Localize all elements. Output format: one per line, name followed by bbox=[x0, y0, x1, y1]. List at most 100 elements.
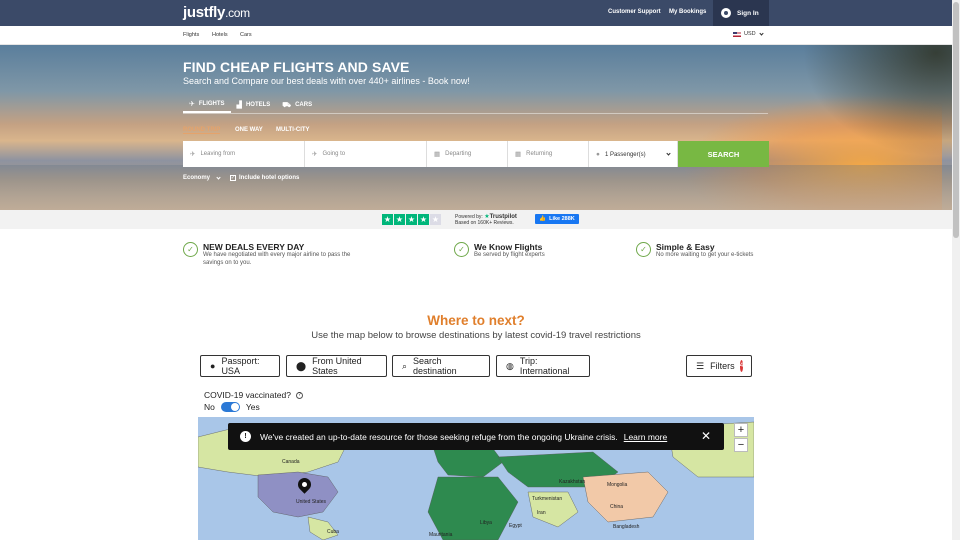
passengers-select[interactable]: ● 1 Passenger(s) bbox=[589, 141, 678, 167]
trust-strip: ★ ★ ★ ★ ★ Powered by: ★Trustpilot Based … bbox=[0, 210, 952, 229]
tab-flights[interactable]: ✈ FLIGHTS bbox=[183, 97, 231, 113]
trip-one-way[interactable]: ONE WAY bbox=[235, 127, 263, 133]
check-icon: ✓ bbox=[636, 242, 651, 257]
help-icon[interactable]: ? bbox=[295, 391, 303, 399]
calendar-icon: ▦ bbox=[434, 151, 441, 158]
chevron-down-icon bbox=[666, 150, 671, 156]
include-hotel-label: Include hotel options bbox=[239, 175, 300, 181]
vaccinated-question: COVID-19 vaccinated? ? bbox=[204, 390, 303, 400]
trip-multi-city[interactable]: MULTI-CITY bbox=[276, 127, 310, 133]
star-icon: ★ bbox=[418, 214, 429, 225]
map-label-cuba: Cuba bbox=[327, 529, 339, 535]
check-icon: ✓ bbox=[454, 242, 469, 257]
banner-text: We've created an up-to-date resource for… bbox=[260, 431, 618, 442]
facebook-like-button[interactable]: 👍 Like 288K bbox=[535, 214, 579, 224]
check-icon: ✓ bbox=[183, 242, 198, 257]
currency-label: USD bbox=[744, 31, 756, 37]
person-icon: ● bbox=[210, 361, 216, 371]
map-label-mongolia: Mongolia bbox=[607, 482, 628, 488]
feature-know-flights: ✓ We Know Flights Be served by flight ex… bbox=[454, 242, 545, 260]
toggle-yes-label: Yes bbox=[245, 402, 260, 412]
subnav-cars[interactable]: Cars bbox=[240, 32, 252, 38]
ukraine-banner: ! We've created an up-to-date resource f… bbox=[228, 423, 724, 450]
search-form: ✈ Leaving from ✈ Going to ▦ Departing ▦ Retu… bbox=[183, 141, 769, 167]
feature-new-deals: ✓ NEW DEALS EVERY DAY We have negotiated… bbox=[183, 242, 350, 267]
chevron-down-icon bbox=[216, 174, 221, 180]
passport-button[interactable]: ● Passport: USA bbox=[200, 355, 280, 377]
learn-more-link[interactable]: Learn more bbox=[624, 432, 667, 442]
sliders-icon: ☰ bbox=[696, 360, 705, 371]
info-icon: ! bbox=[240, 431, 251, 442]
car-icon: ⛟ bbox=[282, 101, 292, 109]
filters-button[interactable]: ☰ Filters 4 bbox=[686, 355, 752, 377]
map-label-united-states: United States bbox=[296, 499, 327, 505]
landing-icon: ✈ bbox=[312, 151, 318, 158]
takeoff-icon: ✈ bbox=[190, 151, 196, 158]
globe-icon: ◍ bbox=[506, 360, 514, 371]
sub-nav: Flights Hotels Cars USD bbox=[0, 26, 952, 45]
map-label-canada: Canada bbox=[282, 459, 300, 465]
going-to-input[interactable]: ✈ Going to bbox=[305, 141, 427, 167]
scroll-thumb[interactable] bbox=[953, 2, 959, 238]
map-label-egypt: Egypt bbox=[509, 523, 522, 529]
section-subtitle: Use the map below to browse destinations… bbox=[311, 330, 641, 341]
filters-count-badge: 4 bbox=[739, 360, 744, 372]
customer-support-link[interactable]: Customer Support bbox=[608, 9, 661, 15]
from-location-button[interactable]: ⬤ From United States bbox=[286, 355, 387, 377]
hero-section: FIND CHEAP FLIGHTS AND SAVE Search and C… bbox=[0, 45, 952, 210]
trip-round-trip[interactable]: ROUND TRIP bbox=[183, 127, 221, 134]
calendar-icon: ▦ bbox=[515, 151, 522, 158]
user-icon bbox=[721, 8, 731, 18]
scrollbar[interactable] bbox=[952, 0, 960, 540]
feature-simple-easy: ✓ Simple & Easy No more waiting to get y… bbox=[636, 242, 753, 260]
product-tabs: ✈ FLIGHTS ▟ HOTELS ⛟ CARS bbox=[183, 97, 768, 114]
search-button[interactable]: SEARCH bbox=[678, 141, 769, 167]
logo[interactable]: justfly.com bbox=[183, 4, 250, 21]
hero-subtitle: Search and Compare our best deals with o… bbox=[183, 76, 470, 86]
leaving-from-input[interactable]: ✈ Leaving from bbox=[183, 141, 305, 167]
subnav-hotels[interactable]: Hotels bbox=[212, 32, 228, 38]
zoom-in-button[interactable]: + bbox=[734, 423, 748, 437]
close-icon[interactable]: ✕ bbox=[701, 429, 711, 443]
map-label-turkmenistan: Turkmenistan bbox=[532, 496, 563, 502]
hotel-icon: ▟ bbox=[236, 102, 242, 109]
search-destination-button[interactable]: ⌕ Search destination bbox=[392, 355, 490, 377]
include-hotel-checkbox[interactable]: ✓ bbox=[230, 175, 237, 181]
thumbs-up-icon: 👍 bbox=[539, 216, 547, 222]
sign-in-label: Sign In bbox=[737, 9, 759, 17]
trip-type-button[interactable]: ◍ Trip: International bbox=[496, 355, 590, 377]
vaccinated-toggle-row: No Yes bbox=[204, 402, 260, 412]
top-bar: justfly.com Customer Support My Bookings… bbox=[0, 0, 952, 26]
currency-selector[interactable]: USD bbox=[733, 30, 764, 37]
map-label-libya: Libya bbox=[480, 520, 492, 526]
hero-title: FIND CHEAP FLIGHTS AND SAVE bbox=[183, 59, 410, 75]
star-icon: ★ bbox=[394, 214, 405, 225]
trustpilot-info[interactable]: Powered by: ★Trustpilot Based on 160K+ R… bbox=[455, 214, 517, 226]
returning-date-input[interactable]: ▦ Returning bbox=[508, 141, 589, 167]
sign-in-button[interactable]: Sign In bbox=[713, 0, 769, 26]
map-label-kazakhstan: Kazakhstan bbox=[559, 479, 586, 485]
map-label-mauritania: Mauritania bbox=[429, 532, 453, 538]
tab-hotels[interactable]: ▟ HOTELS bbox=[231, 97, 277, 113]
trustpilot-stars: ★ ★ ★ ★ ★ bbox=[382, 214, 442, 225]
person-icon: ● bbox=[596, 150, 600, 158]
search-options: Economy ✓ Include hotel options bbox=[183, 174, 300, 181]
my-bookings-link[interactable]: My Bookings bbox=[669, 9, 706, 15]
location-pin-icon: ⬤ bbox=[296, 360, 307, 371]
plane-icon: ✈ bbox=[189, 101, 195, 108]
section-title: Where to next? bbox=[427, 313, 525, 328]
star-icon: ★ bbox=[406, 214, 417, 225]
us-flag-icon bbox=[733, 31, 741, 37]
zoom-out-button[interactable]: − bbox=[734, 438, 748, 452]
star-empty-icon: ★ bbox=[430, 214, 441, 225]
subnav-flights[interactable]: Flights bbox=[183, 32, 199, 38]
map-label-china: China bbox=[610, 504, 624, 510]
vaccinated-toggle[interactable] bbox=[220, 402, 240, 412]
chevron-down-icon bbox=[759, 30, 764, 36]
tab-cars[interactable]: ⛟ CARS bbox=[276, 97, 318, 113]
departing-date-input[interactable]: ▦ Departing bbox=[427, 141, 508, 167]
map-label-iran: Iran bbox=[537, 510, 546, 516]
star-icon: ★ bbox=[382, 214, 393, 225]
cabin-class-select[interactable]: Economy bbox=[183, 175, 210, 181]
toggle-no-label: No bbox=[204, 402, 215, 412]
